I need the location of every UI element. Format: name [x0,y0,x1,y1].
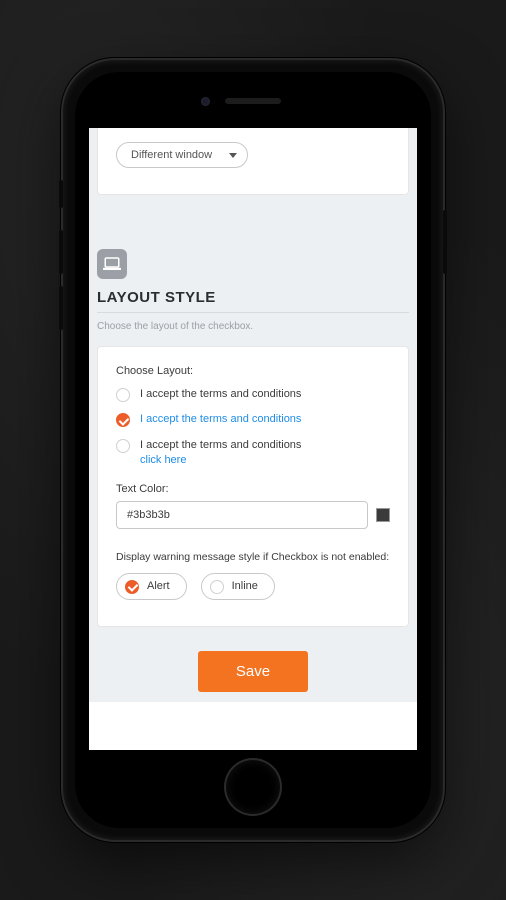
radio-checked-icon [116,413,130,427]
radio-icon [116,388,130,402]
warning-style-options: Alert Inline [116,573,390,600]
radio-checked-icon [125,580,139,594]
pill-label: Alert [147,580,170,592]
laptop-icon [97,249,127,279]
radio-icon [210,580,224,594]
layout-option-1[interactable]: I accept the terms and conditions [116,387,390,402]
pill-label: Inline [232,580,258,592]
warning-option-inline[interactable]: Inline [201,573,275,600]
save-button[interactable]: Save [198,651,308,692]
warning-style-label: Display warning message style if Checkbo… [116,551,390,563]
phone-volume-up [59,230,63,274]
dropdown-selected-label: Different window [131,149,212,161]
chevron-down-icon [229,153,237,158]
text-color-input[interactable] [116,501,368,529]
choose-layout-label: Choose Layout: [116,365,390,377]
layout-style-section: LAYOUT STYLE Choose the layout of the ch… [97,249,409,692]
app-screen: Different window LAYOUT STYLE Choose the… [89,128,417,750]
section-description: Choose the layout of the checkbox. [97,321,409,332]
window-target-dropdown[interactable]: Different window [116,142,248,168]
phone-camera [201,97,210,106]
section-title: LAYOUT STYLE [97,289,409,313]
bottom-bar [89,702,417,750]
phone-frame: Different window LAYOUT STYLE Choose the… [63,60,443,840]
layout-option-sublink: click here [140,453,301,468]
layout-option-2[interactable]: I accept the terms and conditions [116,412,390,427]
phone-home-button[interactable] [226,760,280,814]
phone-speaker [225,98,281,104]
phone-volume-down [59,286,63,330]
top-card: Different window [97,128,409,195]
text-color-label: Text Color: [116,483,390,495]
radio-icon [116,439,130,453]
color-swatch[interactable] [376,508,390,522]
warning-option-alert[interactable]: Alert [116,573,187,600]
layout-option-3[interactable]: I accept the terms and conditions click … [116,438,390,469]
layout-option-text: I accept the terms and conditions click … [140,438,301,469]
phone-mute-switch [59,180,63,208]
layout-card: Choose Layout: I accept the terms and co… [97,346,409,627]
layout-option-text: I accept the terms and conditions [140,387,301,402]
layout-option-text: I accept the terms and conditions [140,412,301,427]
phone-side-button [443,210,447,274]
text-color-row [116,501,390,529]
